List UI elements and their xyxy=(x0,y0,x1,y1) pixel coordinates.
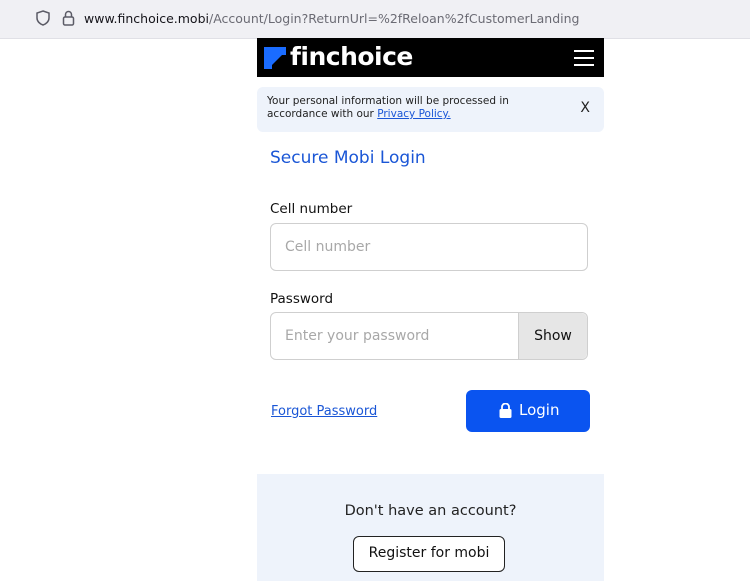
shield-icon[interactable] xyxy=(36,10,50,26)
password-placeholder: Enter your password xyxy=(285,328,430,344)
forgot-password-link[interactable]: Forgot Password xyxy=(271,404,377,419)
notice-close-button[interactable]: X xyxy=(580,100,590,116)
url-host: www.finchoice.mobi xyxy=(84,11,209,26)
page-title: Secure Mobi Login xyxy=(270,148,426,168)
menu-icon[interactable] xyxy=(574,50,594,66)
privacy-notice: Your personal information will be proces… xyxy=(257,87,604,132)
register-section: Don't have an account? Register for mobi xyxy=(257,474,604,581)
password-field[interactable]: Enter your password Show xyxy=(270,312,588,360)
menu-line xyxy=(574,64,594,66)
cell-number-label: Cell number xyxy=(270,201,353,217)
register-button[interactable]: Register for mobi xyxy=(353,536,505,572)
padlock-icon xyxy=(499,403,512,418)
site-header: finchoice xyxy=(257,38,604,77)
no-account-text: Don't have an account? xyxy=(344,503,517,519)
menu-line xyxy=(574,57,594,59)
finchoice-logo-icon[interactable] xyxy=(264,47,286,69)
password-label: Password xyxy=(270,291,334,307)
menu-line xyxy=(574,50,594,52)
cell-number-field[interactable]: Cell number xyxy=(270,223,588,271)
show-password-button[interactable]: Show xyxy=(518,313,587,359)
brand-name[interactable]: finchoice xyxy=(290,40,413,74)
login-button-label: Login xyxy=(519,401,560,419)
privacy-policy-link[interactable]: Privacy Policy. xyxy=(377,108,450,120)
browser-toolbar: www.finchoice.mobi/Account/Login?ReturnU… xyxy=(0,0,750,39)
notice-text: Your personal information will be proces… xyxy=(267,95,537,121)
url-text[interactable]: www.finchoice.mobi/Account/Login?ReturnU… xyxy=(84,11,579,26)
site-column: finchoice Your personal information will… xyxy=(257,38,604,581)
url-path: /Account/Login?ReturnUrl=%2fReloan%2fCus… xyxy=(208,11,580,26)
lock-icon[interactable] xyxy=(62,10,75,26)
cell-number-placeholder: Cell number xyxy=(285,239,371,255)
login-button[interactable]: Login xyxy=(466,390,590,432)
